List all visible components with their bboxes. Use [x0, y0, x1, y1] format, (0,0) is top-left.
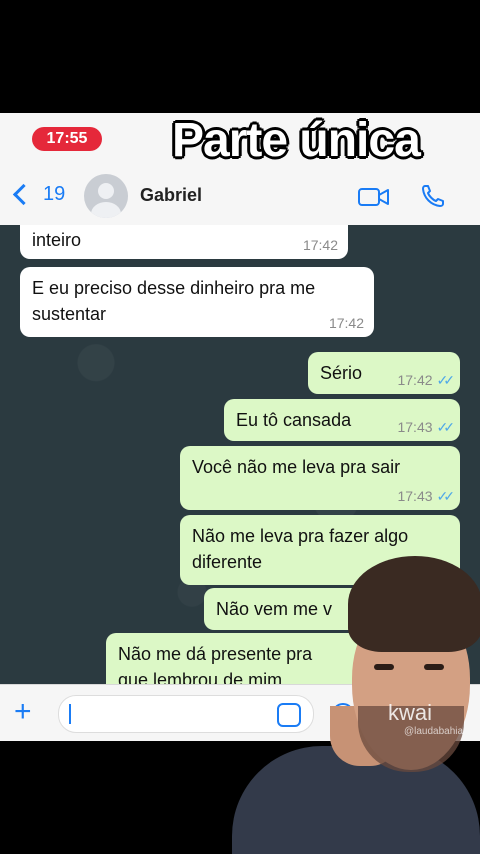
watermark-brand: kwai — [388, 700, 433, 725]
unread-count: 19 — [43, 183, 66, 205]
message-bubble[interactable]: Eu tô cansada 17:43 ✓✓ — [224, 399, 460, 441]
message-time: 17:42 — [302, 237, 338, 253]
message-text: E eu preciso desse dinheiro pra me suste… — [32, 278, 316, 324]
read-ticks-icon: ✓✓ — [436, 488, 456, 504]
message-time: 17:42 — [397, 372, 433, 388]
watermark-handle: @laudabahia — [404, 726, 464, 737]
message-bubble[interactable]: Você não me leva pra sair 17:43 ✓✓ — [180, 446, 460, 510]
message-text: Você não me leva pra sair — [192, 457, 401, 477]
plus-icon[interactable]: + — [14, 697, 32, 727]
contact-name[interactable]: Gabriel — [140, 185, 202, 206]
message-meta: 17:43 ✓✓ — [397, 419, 456, 435]
message-text: inteiro — [32, 230, 82, 250]
message-time: 17:42 — [328, 315, 364, 331]
message-time: 17:43 — [397, 419, 433, 435]
message-text: Eu tô cansada — [236, 410, 352, 430]
avatar[interactable] — [84, 174, 128, 218]
video-icon[interactable] — [358, 187, 390, 207]
read-ticks-icon: ✓✓ — [436, 372, 456, 388]
read-ticks-icon: ✓✓ — [436, 419, 456, 435]
back-button[interactable]: 19 — [10, 183, 65, 206]
chat-header: 19 Gabriel — [0, 165, 480, 226]
avatar-icon — [98, 183, 114, 199]
chevron-left-icon — [12, 183, 35, 206]
message-text: Sério — [320, 363, 363, 383]
message-bubble[interactable]: E eu preciso desse dinheiro pra me suste… — [20, 267, 374, 337]
text-caret — [69, 704, 71, 724]
video-caption: Parte única — [172, 114, 421, 167]
message-meta: 17:43 ✓✓ — [397, 488, 456, 504]
message-time: 17:43 — [397, 488, 433, 504]
status-time: 17:55 — [32, 127, 102, 151]
message-bubble[interactable]: inteiro 17:42 — [20, 225, 348, 259]
phone-icon[interactable] — [420, 183, 446, 209]
message-bubble[interactable]: Sério 17:42 ✓✓ — [308, 352, 460, 394]
message-meta: 17:42 ✓✓ — [397, 372, 456, 388]
watermark: kwai @laudabahia — [388, 700, 463, 737]
